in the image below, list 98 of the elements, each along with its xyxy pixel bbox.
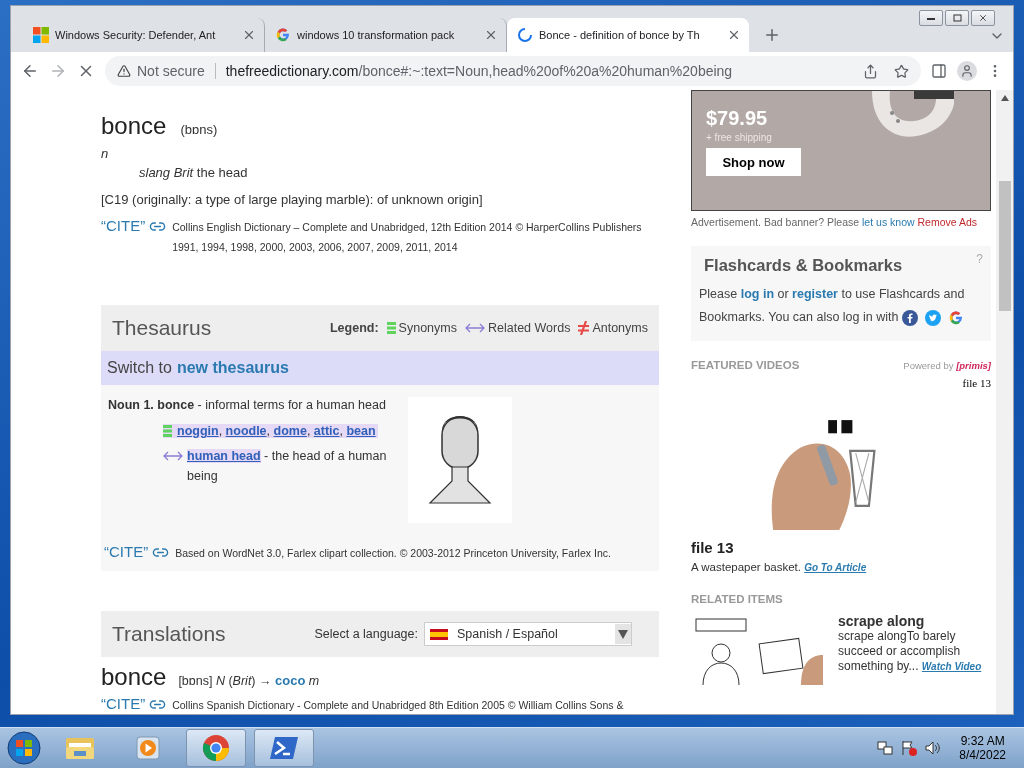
related-item-text: scrape alongTo barely succeed or accomplish something by... Watch Video	[838, 629, 983, 674]
go-to-article-link[interactable]: Go To Article	[804, 562, 867, 573]
related-item-title[interactable]: scrape along	[838, 613, 988, 629]
translation-link[interactable]: coco	[275, 673, 306, 688]
folder-icon[interactable]	[65, 735, 95, 761]
synonym-link[interactable]: bean	[346, 424, 376, 438]
ad-shipping: + free shipping	[706, 132, 773, 143]
shop-now-button[interactable]: Shop now	[706, 148, 801, 176]
ad-note: Advertisement. Bad banner? Please	[691, 216, 861, 228]
clock-time: 9:32 AM	[960, 734, 1005, 748]
side-panel-icon[interactable]	[931, 63, 947, 79]
taskbar-button[interactable]	[186, 729, 246, 767]
video-caption: A wastepaper basket.	[691, 561, 802, 573]
network-icon[interactable]	[877, 740, 894, 756]
section-heading: FEATURED VIDEOS	[691, 359, 800, 371]
scroll-up-icon[interactable]	[1000, 95, 1009, 101]
synonym-link[interactable]: noggin	[177, 424, 219, 438]
double-arrow-icon	[464, 323, 485, 333]
close-icon[interactable]	[971, 10, 995, 26]
twitter-login-icon[interactable]	[925, 309, 942, 326]
part-of-speech: n	[101, 146, 110, 161]
sense-definition: Noun 1. bonce - informal terms for a human head	[108, 397, 387, 413]
separator: ,	[306, 424, 312, 438]
ad-price: $79.95	[706, 107, 769, 130]
flag-alert-icon[interactable]	[901, 740, 918, 756]
related-word-link[interactable]: human head	[187, 449, 261, 463]
section-heading: RELATED ITEMS	[691, 593, 783, 605]
cite-link[interactable]: “CITE”	[104, 543, 149, 561]
definition: slang Brit the head	[139, 165, 249, 180]
synonym-link[interactable]: attic	[313, 424, 340, 438]
close-icon[interactable]	[727, 28, 741, 42]
pronunciation: (bɒns)	[180, 122, 218, 137]
not-equal-icon	[578, 321, 590, 335]
volume-icon[interactable]	[925, 740, 942, 756]
legend-label: Legend:	[330, 321, 379, 335]
scrollbar-thumb[interactable]	[998, 181, 1011, 311]
feedback-link[interactable]: let us know	[862, 216, 915, 228]
citation-text: Collins English Dictionary – Complete and Unabridged, 12th Edition 2014 © HarperCollins Publishers 1991, 1994, 1998, 2000, 2003, 2006, 2007, 2009, 2011, 2014	[172, 220, 643, 255]
switch-text: Switch to	[107, 359, 172, 377]
close-icon[interactable]	[242, 28, 256, 42]
remove-ads-link[interactable]: Remove Ads	[917, 216, 977, 228]
bookmark-star-icon[interactable]	[894, 63, 909, 79]
etymology: [C19 (originally: a type of large playing marble): of unknown origin]	[101, 192, 484, 207]
section-title: Translations	[112, 622, 226, 646]
synonym-link[interactable]: noodle	[225, 424, 267, 438]
legend-item: Synonyms	[398, 321, 457, 335]
translation-line: [bɒns] N (Brit) → coco m	[178, 673, 320, 688]
login-prompt: Bookmarks. You can also log in with	[699, 309, 899, 326]
legend-item: Antonyms	[592, 321, 648, 335]
watch-video-link[interactable]: Watch Video	[921, 661, 982, 672]
advertisement-banner[interactable]: $79.95 + free shipping Shop now	[691, 90, 991, 211]
cite-link[interactable]: “CITE”	[101, 217, 146, 235]
cite-link[interactable]: “CITE”	[101, 695, 146, 713]
browser-tab[interactable]: Bonce - definition of bonce by Th	[507, 18, 749, 52]
language-select[interactable]: Spanish / Español	[424, 622, 632, 646]
new-tab-icon[interactable]	[763, 26, 781, 44]
new-thesaurus-link[interactable]: new thesaurus	[176, 359, 289, 377]
media-player-icon[interactable]	[135, 735, 161, 761]
synonyms-icon	[386, 321, 396, 335]
synonym-link[interactable]: dome	[273, 424, 307, 438]
login-link[interactable]: log in	[740, 287, 775, 301]
taskbar-button[interactable]	[254, 729, 314, 767]
flag-icon	[430, 628, 448, 640]
select-label: Select a language:	[314, 627, 418, 641]
google-login-icon	[948, 309, 965, 326]
clock-date: 8/4/2022	[959, 748, 1006, 762]
player-title: file 13	[962, 377, 991, 389]
video-title: file 13	[691, 539, 735, 556]
double-arrow-icon	[163, 451, 183, 461]
start-button[interactable]	[6, 730, 42, 766]
headword: bonce	[101, 663, 167, 691]
close-icon[interactable]	[484, 28, 498, 42]
citation-text: Collins Spanish Dictionary - Complete and Unabridged 8th Edition 2005 © William Collins Sons &	[172, 698, 625, 713]
powered-by-text: Powered by [primis]	[903, 359, 991, 371]
facebook-login-icon[interactable]	[902, 309, 919, 326]
chrome-icon[interactable]	[202, 734, 230, 762]
separator: ,	[218, 424, 224, 438]
separator: ,	[339, 424, 344, 438]
section-title: Thesaurus	[112, 316, 212, 340]
separator: ,	[266, 424, 272, 438]
share-icon[interactable]	[863, 63, 878, 79]
windows-logo-icon	[33, 27, 49, 43]
google-logo-icon	[275, 27, 291, 43]
citation-text: Based on WordNet 3.0, Farlex clipart collection. © 2003-2012 Princeton University, Farlex Inc.	[175, 546, 612, 561]
headword: bonce	[101, 112, 167, 140]
login-prompt: Please log in or register to use Flashcards and	[699, 286, 965, 303]
profile-icon[interactable]	[957, 61, 977, 81]
address-bar[interactable]: Not secure thefreedictionary.com/bonce#:~:text=Noun,head%20of%20a%20human%20being	[105, 56, 921, 86]
synonyms-icon	[163, 424, 172, 438]
back-icon[interactable]	[21, 62, 39, 80]
terminal-icon[interactable]	[269, 735, 299, 761]
warning-icon	[117, 64, 131, 78]
related-definition: human head - the head of a human being	[187, 448, 388, 485]
legend-item: Related Words	[487, 321, 571, 335]
minimize-icon[interactable]	[919, 10, 943, 26]
login-link[interactable]: register	[792, 287, 838, 301]
card-title: Flashcards & Bookmarks	[704, 256, 903, 275]
loading-spinner-icon	[517, 27, 533, 43]
